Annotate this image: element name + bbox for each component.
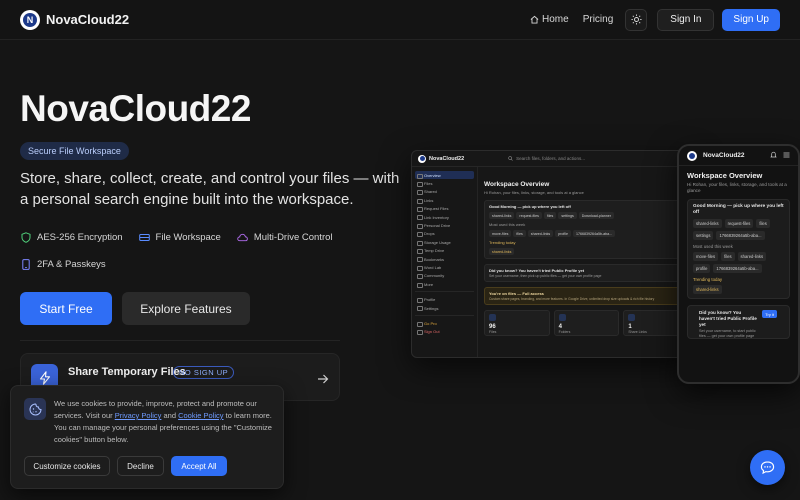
sidebar-item: Request Files bbox=[415, 205, 474, 213]
sidebar-item: Bookmarks bbox=[415, 255, 474, 263]
arrow-right-icon[interactable] bbox=[317, 371, 329, 389]
sidebar-item: Storage Usage bbox=[415, 238, 474, 246]
try-it-button: Try it bbox=[762, 310, 777, 318]
drive-icon bbox=[138, 232, 150, 243]
sidebar-item: Links bbox=[415, 196, 474, 205]
feature-list: AES-256 Encryption File Workspace Multi-… bbox=[20, 232, 380, 270]
phone-icon bbox=[20, 259, 31, 270]
phone-topbar: NovaCloud22 bbox=[679, 146, 798, 166]
sidebar-item: Personal Drive bbox=[415, 221, 474, 230]
preview-main: Workspace Overview Hi Rohan, your files,… bbox=[484, 175, 690, 336]
sidebar-item: Word Lab bbox=[415, 263, 474, 272]
phone-greeting-panel: Good Morning — pick up where you left of… bbox=[687, 199, 790, 299]
feature-multidrive: Multi-Drive Control bbox=[237, 232, 333, 243]
cookie-icon bbox=[24, 398, 46, 420]
feature-workspace: File Workspace bbox=[138, 232, 221, 243]
sidebar-item: Community bbox=[415, 272, 474, 280]
search-icon bbox=[508, 156, 513, 161]
hero-title: NovaCloud22 bbox=[20, 88, 251, 129]
customize-cookies-button[interactable]: Customize cookies bbox=[24, 456, 110, 476]
divider bbox=[20, 340, 340, 341]
cloud-icon bbox=[237, 232, 248, 243]
sidebar-item: Link Inventory bbox=[415, 213, 474, 221]
nav-home-link[interactable]: Home bbox=[530, 14, 569, 25]
hero-pill-badge: Secure File Workspace bbox=[20, 142, 129, 160]
menu-icon bbox=[783, 152, 790, 160]
feature-2fa: 2FA & Passkeys bbox=[20, 259, 106, 270]
accept-all-cookies-button[interactable]: Accept All bbox=[171, 456, 227, 476]
sidebar-item: More bbox=[415, 280, 474, 288]
share-card-title: Share Temporary Files bbox=[68, 366, 186, 378]
shield-icon bbox=[20, 232, 31, 243]
bell-icon bbox=[770, 151, 777, 161]
preview-search: Search files, folders, and actions... bbox=[508, 156, 585, 161]
explore-features-button[interactable]: Explore Features bbox=[122, 292, 250, 325]
phone-tip-panel: Did you know? You haven't tried Public P… bbox=[687, 305, 790, 339]
home-icon bbox=[530, 15, 539, 24]
greeting-panel: Good Morning — pick up where you left of… bbox=[484, 200, 689, 259]
preview-topbar: NovaCloud22 Search files, folders, and a… bbox=[412, 151, 693, 167]
sun-icon bbox=[631, 14, 642, 25]
logo-icon bbox=[418, 154, 426, 163]
mobile-app-preview: NovaCloud22 Workspace Overview Hi Rohan,… bbox=[677, 144, 800, 384]
tip-panel: Did you know? You haven't tried Public P… bbox=[484, 264, 689, 282]
desktop-app-preview: NovaCloud22 Search files, folders, and a… bbox=[411, 150, 694, 358]
plan-panel: You're on files — Full access Custom sha… bbox=[484, 287, 689, 305]
sidebar-item-sign-out: Sign Out bbox=[415, 328, 474, 336]
preview-sidebar: Overview Files Shared Links Request File… bbox=[412, 167, 478, 357]
nav-pricing-link[interactable]: Pricing bbox=[583, 14, 614, 25]
cookie-message: We use cookies to provide, improve, prot… bbox=[54, 399, 272, 444]
decline-cookies-button[interactable]: Decline bbox=[117, 456, 164, 476]
chat-icon bbox=[760, 461, 775, 475]
stat-files: 96 Files bbox=[484, 310, 550, 336]
signin-button[interactable]: Sign In bbox=[657, 8, 715, 31]
no-signup-badge: NO SIGN UP bbox=[173, 366, 235, 379]
signup-button[interactable]: Sign Up bbox=[722, 8, 780, 31]
sidebar-item-overview: Overview bbox=[415, 171, 474, 180]
start-free-button[interactable]: Start Free bbox=[20, 292, 112, 325]
stats-row: 96 Files 4 Folders 1 Share Links bbox=[484, 310, 690, 336]
sidebar-item: Files bbox=[415, 179, 474, 188]
cookie-policy-link[interactable]: Cookie Policy bbox=[178, 411, 223, 420]
logo-icon[interactable]: N bbox=[20, 9, 40, 30]
sidebar-item-go-pro: Go Pro bbox=[415, 319, 474, 328]
sidebar-item: Profile bbox=[415, 295, 474, 304]
top-nav: N NovaCloud22 Home Pricing Sign In Sign … bbox=[0, 0, 800, 40]
logo-icon bbox=[687, 150, 697, 161]
cookie-banner: We use cookies to provide, improve, prot… bbox=[10, 385, 284, 489]
hero-tagline: Store, share, collect, create, and contr… bbox=[20, 170, 400, 208]
sidebar-item: Temp Drive bbox=[415, 247, 474, 255]
sidebar-item: Shared bbox=[415, 188, 474, 196]
brand-name[interactable]: NovaCloud22 bbox=[46, 12, 129, 27]
sidebar-item: Settings bbox=[415, 304, 474, 312]
sidebar-item: Drops bbox=[415, 230, 474, 238]
chat-support-button[interactable] bbox=[750, 450, 785, 485]
theme-toggle-button[interactable] bbox=[625, 8, 648, 31]
feature-encryption: AES-256 Encryption bbox=[20, 232, 123, 243]
privacy-policy-link[interactable]: Privacy Policy bbox=[115, 411, 162, 420]
stat-folders: 4 Folders bbox=[553, 310, 620, 336]
